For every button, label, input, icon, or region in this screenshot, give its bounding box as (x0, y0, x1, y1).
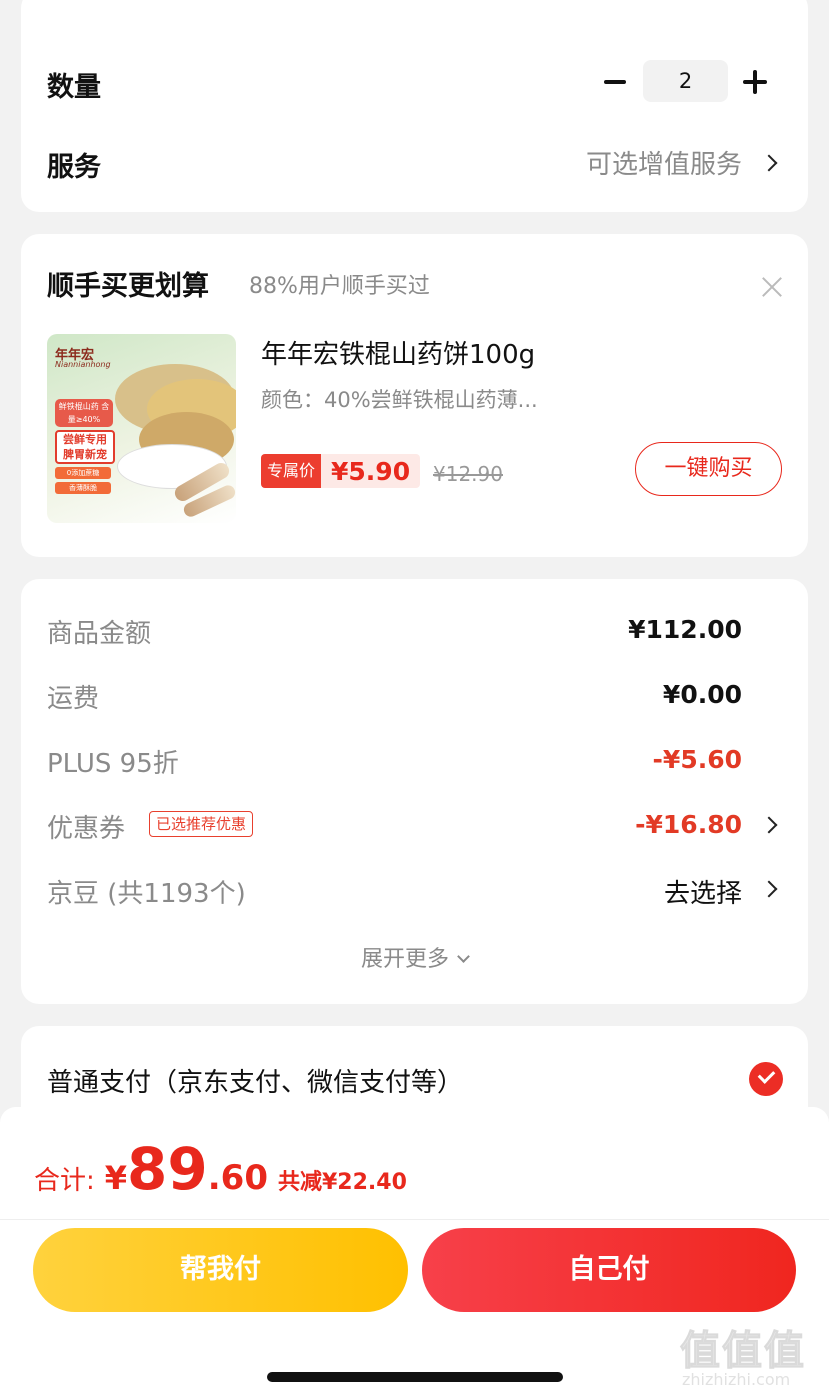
chevron-right-icon[interactable] (760, 880, 778, 898)
total-decimal: .60 (207, 1158, 268, 1198)
shipping-label: 运费 (47, 684, 100, 714)
addon-subtitle: 88%用户顺手买过 (249, 274, 430, 299)
product-tag: 香薄酥脆 (55, 482, 111, 494)
addon-product-name[interactable]: 年年宏铁棍山药饼100g (261, 334, 535, 371)
addon-recommendation-card: 顺手买更划算 88%用户顺手买过 年年宏 Niannianhong 鲜铁棍山药 … (21, 234, 808, 557)
help-me-pay-button[interactable]: 帮我付 (33, 1228, 408, 1312)
product-tag: 鲜铁棍山药 含量≥40% (55, 399, 113, 427)
quantity-input[interactable]: 2 (643, 60, 728, 102)
quantity-service-card: 数量 2 服务 可选增值服务 (21, 0, 808, 212)
quantity-label: 数量 (47, 72, 101, 103)
chevron-right-icon[interactable] (760, 154, 778, 172)
payment-method-label: 普通支付（京东支付、微信支付等） (47, 1068, 464, 1098)
product-tag: 0添加蔗糖 (55, 467, 111, 479)
home-indicator[interactable] (267, 1372, 563, 1382)
original-price: ¥12.90 (433, 462, 503, 486)
addon-product-image[interactable]: 年年宏 Niannianhong 鲜铁棍山药 含量≥40% 尝鲜专用 脾胃新宠 … (47, 334, 236, 523)
total-label: 合计: (34, 1166, 95, 1196)
coupon-recommended-badge: 已选推荐优惠 (149, 811, 254, 837)
watermark-url: zhizhizhi.com (682, 1370, 791, 1389)
plus-discount-label: PLUS 95折 (47, 749, 179, 779)
product-brand-en-text: Niannianhong (55, 360, 111, 369)
one-click-buy-button[interactable]: 一键购买 (635, 442, 782, 496)
service-option-link[interactable]: 可选增值服务 (586, 144, 742, 181)
jd-beans-label: 京豆 (共1193个) (47, 879, 246, 909)
order-total: 合计: ¥ 89 .60 共减¥22.40 (34, 1135, 407, 1203)
total-integer: 89 (127, 1135, 208, 1203)
total-currency: ¥ (104, 1159, 128, 1197)
goods-amount-label: 商品金额 (47, 619, 152, 649)
exclusive-price-value: ¥5.90 (331, 456, 411, 486)
plus-discount-value: -¥5.60 (652, 745, 742, 774)
addon-title: 顺手买更划算 (47, 271, 209, 302)
expand-more-button[interactable]: 展开更多 (21, 941, 808, 973)
coupon-label: 优惠券 (47, 814, 126, 844)
service-label: 服务 (47, 152, 101, 183)
pay-myself-button[interactable]: 自己付 (422, 1228, 796, 1312)
check-icon[interactable] (749, 1062, 783, 1096)
close-icon[interactable] (761, 276, 783, 298)
site-watermark: 值值值 zhizhizhi.com (680, 1318, 820, 1394)
quantity-decrease-button[interactable] (602, 67, 632, 97)
price-summary-card: 商品金额 ¥112.00 运费 ¥0.00 PLUS 95折 -¥5.60 优惠… (21, 579, 808, 1004)
shipping-value: ¥0.00 (662, 680, 742, 709)
total-savings: 共减¥22.40 (277, 1170, 407, 1195)
goods-amount-value: ¥112.00 (628, 615, 742, 644)
coupon-value[interactable]: -¥16.80 (635, 810, 742, 839)
addon-product-spec: 颜色：40%尝鲜铁棍山药薄... (261, 388, 538, 412)
quantity-increase-button[interactable] (741, 67, 771, 97)
watermark-logo: 值值值 (680, 1328, 806, 1375)
expand-more-label: 展开更多 (360, 947, 449, 972)
exclusive-price-tag: 专属价 ¥5.90 (261, 454, 421, 488)
exclusive-price-label: 专属价 (261, 454, 322, 488)
chevron-down-icon (457, 950, 470, 963)
product-tag: 尝鲜专用 脾胃新宠 (55, 430, 115, 464)
divider (0, 1219, 829, 1220)
jd-beans-select-link[interactable]: 去选择 (664, 873, 742, 910)
chevron-right-icon[interactable] (760, 816, 778, 834)
